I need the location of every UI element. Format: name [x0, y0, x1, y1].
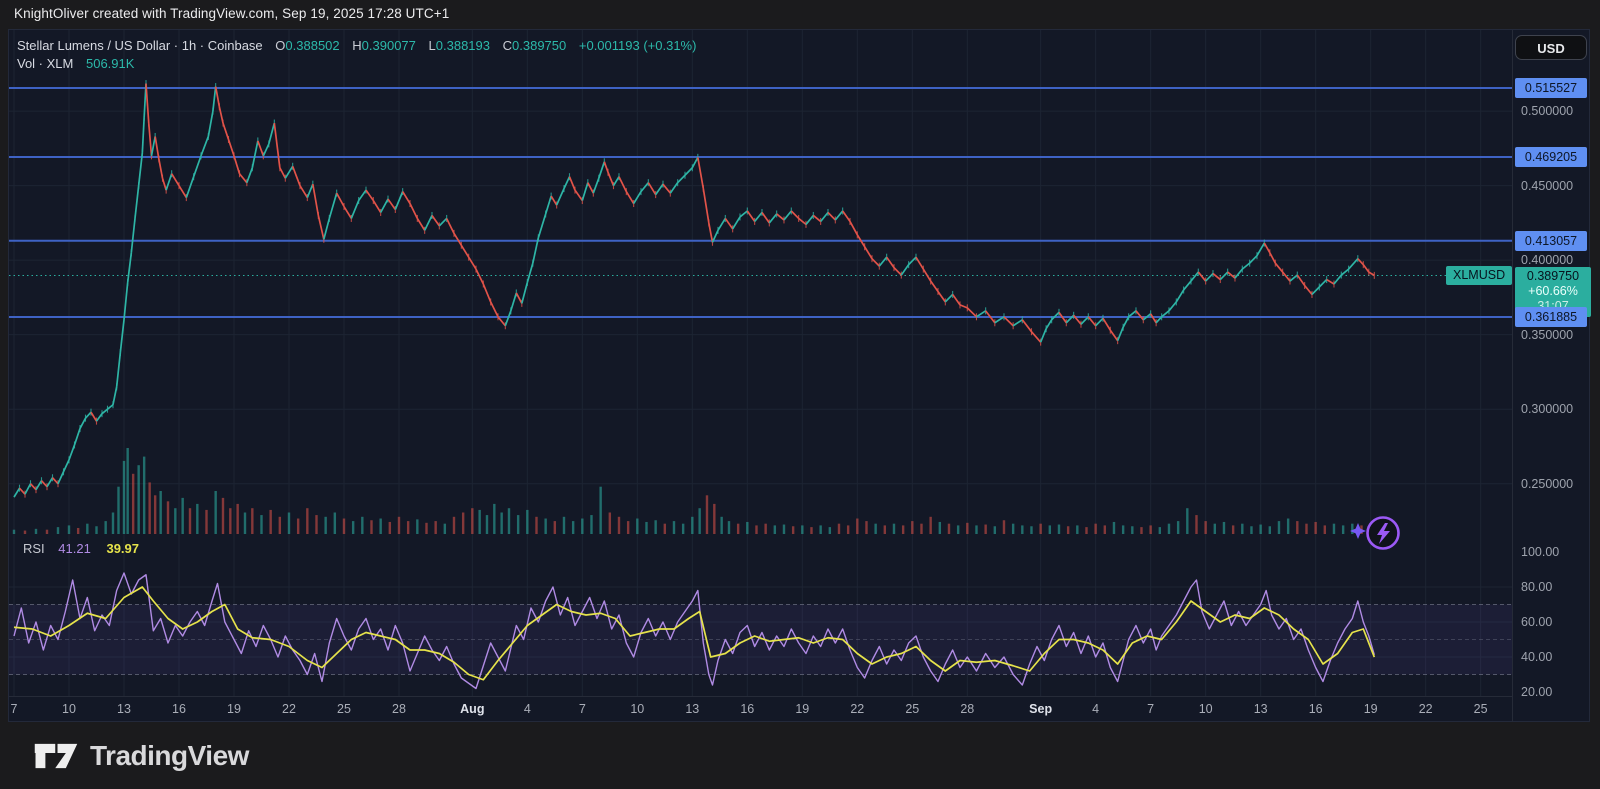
- close-label: C: [503, 38, 512, 53]
- legend-row-ohlc: Stellar Lumens / US Dollar · 1h · Coinba…: [17, 37, 696, 55]
- attribution-bar: KnightOliver created with TradingView.co…: [0, 0, 1600, 29]
- change-value: +0.001193 (+0.31%): [579, 38, 697, 53]
- rsi-pane[interactable]: [9, 534, 1512, 696]
- tradingview-logo[interactable]: TradingView: [34, 736, 249, 776]
- low-label: L: [429, 38, 436, 53]
- rsi-axis-label: 40.00: [1521, 650, 1552, 664]
- time-axis-label: Sep: [1029, 702, 1052, 716]
- price-axis-label: 0.400000: [1521, 253, 1573, 267]
- rsi-legend: RSI 41.21 39.97: [23, 541, 139, 556]
- time-axis-label: 25: [1474, 702, 1488, 716]
- time-axis-label: 13: [117, 702, 131, 716]
- time-axis-label: 28: [960, 702, 974, 716]
- time-axis-label: Aug: [460, 702, 484, 716]
- open-value: 0.388502: [285, 38, 339, 53]
- rsi-value: 41.21: [58, 541, 91, 556]
- price-axis-label: 0.250000: [1521, 477, 1573, 491]
- time-axis-label: 19: [1364, 702, 1378, 716]
- time-axis-label: 25: [337, 702, 351, 716]
- chart-widget[interactable]: Stellar Lumens / US Dollar · 1h · Coinba…: [8, 29, 1590, 722]
- time-axis-label: 13: [1254, 702, 1268, 716]
- current-change-pct: +60.66%: [1515, 284, 1591, 299]
- time-axis-label: 19: [227, 702, 241, 716]
- rsi-axis-label: 20.00: [1521, 685, 1552, 699]
- rsi-signal-value: 39.97: [106, 541, 139, 556]
- time-axis-label: 10: [62, 702, 76, 716]
- low-value: 0.388193: [436, 38, 490, 53]
- rsi-axis-label: 60.00: [1521, 615, 1552, 629]
- symbol-legend: Stellar Lumens / US Dollar · 1h · Coinba…: [17, 37, 696, 73]
- time-axis-label: 10: [630, 702, 644, 716]
- price-axis-label: 0.300000: [1521, 402, 1573, 416]
- open-label: O: [275, 38, 285, 53]
- time-axis-label: 22: [850, 702, 864, 716]
- time-axis-label: 13: [685, 702, 699, 716]
- time-axis-label: 4: [524, 702, 531, 716]
- footer-bar: TradingView: [0, 722, 1600, 789]
- current-price-value: 0.389750: [1515, 269, 1591, 284]
- legend-row-volume: Vol · XLM 506.91K: [17, 55, 696, 73]
- high-label: H: [352, 38, 361, 53]
- time-axis-label: 16: [740, 702, 754, 716]
- time-axis-label: 16: [1309, 702, 1323, 716]
- tradingview-logo-icon: [34, 736, 78, 776]
- price-axis-label: 0.350000: [1521, 328, 1573, 342]
- level-price-label: 0.413057: [1515, 231, 1587, 251]
- time-axis-label: 22: [282, 702, 296, 716]
- volume-label: Vol · XLM: [17, 56, 73, 71]
- price-pane[interactable]: [9, 30, 1512, 534]
- time-axis-label: 28: [392, 702, 406, 716]
- rsi-axis-label: 80.00: [1521, 580, 1552, 594]
- boost-lightning-icon[interactable]: [1350, 511, 1402, 555]
- price-axis-label: 0.500000: [1521, 104, 1573, 118]
- level-price-label: 0.469205: [1515, 147, 1587, 167]
- currency-usd-button[interactable]: USD: [1515, 35, 1587, 60]
- time-axis-label: 7: [11, 702, 18, 716]
- close-value: 0.389750: [512, 38, 566, 53]
- rsi-axis-label: 100.00: [1521, 545, 1559, 559]
- time-axis-label: 7: [579, 702, 586, 716]
- level-price-label: 0.515527: [1515, 78, 1587, 98]
- price-axis-label: 0.450000: [1521, 179, 1573, 193]
- tradingview-logo-text: TradingView: [90, 740, 249, 772]
- time-scale[interactable]: 7 10 13 16 19 22 25 28 Aug 4 7 10 13 16 19 22 25 28 Sep 4 7 1…: [9, 696, 1512, 723]
- time-axis-label: 25: [905, 702, 919, 716]
- time-axis-label: 22: [1419, 702, 1433, 716]
- time-axis-label: 7: [1147, 702, 1154, 716]
- time-axis-label: 10: [1199, 702, 1213, 716]
- high-value: 0.390077: [362, 38, 416, 53]
- attribution-text: KnightOliver created with TradingView.co…: [14, 6, 449, 21]
- sparkle-icon: [1350, 523, 1366, 539]
- symbol-title: Stellar Lumens / US Dollar · 1h · Coinba…: [17, 38, 263, 53]
- price-scale[interactable]: USD 0.389750 +60.66% 31:07 0.5000000.450…: [1512, 30, 1591, 723]
- level-price-label: 0.361885: [1515, 307, 1587, 327]
- rsi-name: RSI: [23, 541, 45, 556]
- time-axis-label: 4: [1092, 702, 1099, 716]
- time-axis-label: 19: [795, 702, 809, 716]
- time-axis-label: 16: [172, 702, 186, 716]
- current-price-symbol-tag: XLMUSD: [1446, 266, 1512, 285]
- tradingview-snapshot: KnightOliver created with TradingView.co…: [0, 0, 1600, 789]
- volume-value: 506.91K: [86, 56, 134, 71]
